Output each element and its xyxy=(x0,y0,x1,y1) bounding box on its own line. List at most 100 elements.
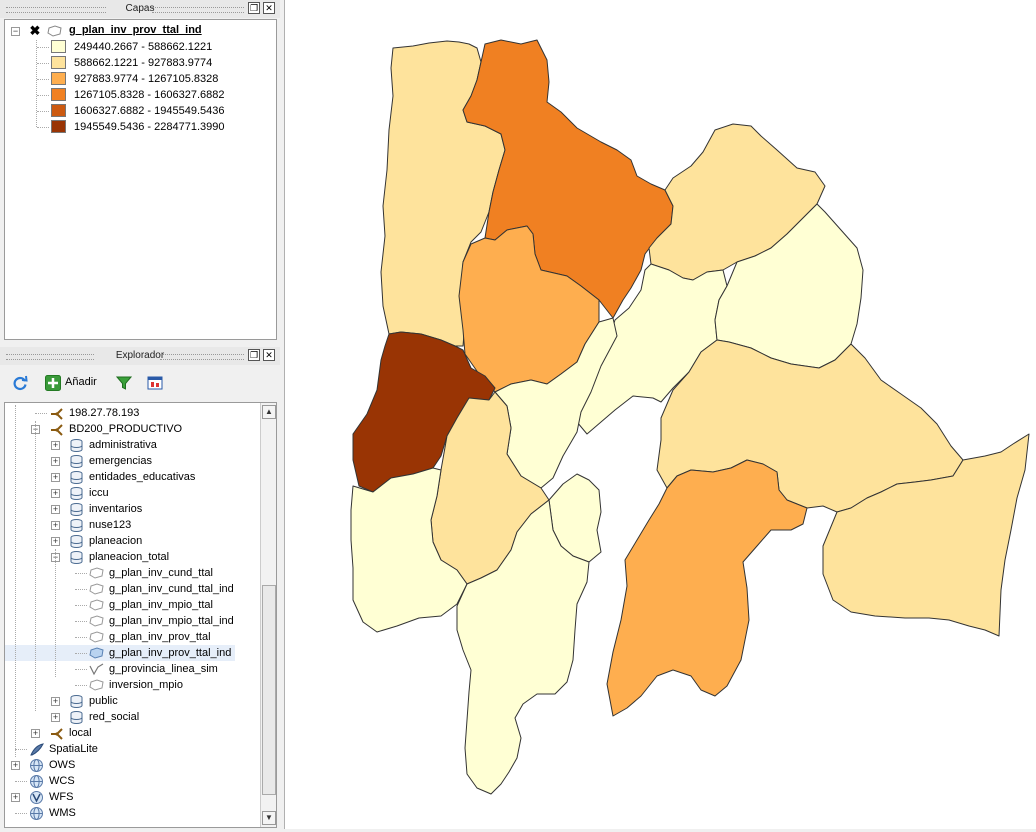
tree-item-label: planeacion_total xyxy=(89,551,170,563)
tree-item[interactable]: + emergencias xyxy=(5,453,255,469)
map-canvas[interactable] xyxy=(284,0,1036,829)
explorer-panel-title: Explorador xyxy=(115,350,165,361)
legend-label: 1945549.5436 - 2284771.3990 xyxy=(74,121,225,133)
globe-icon xyxy=(30,807,43,820)
tree-item[interactable]: g_provincia_linea_sim xyxy=(5,661,255,677)
legend-swatch xyxy=(51,120,66,133)
polygon-layer-icon xyxy=(89,567,104,579)
expand-toggle[interactable]: + xyxy=(51,457,60,466)
tree-item-label: 198.27.78.193 xyxy=(69,407,140,419)
tree-item[interactable]: − planeacion_total xyxy=(5,549,255,565)
schema-icon xyxy=(70,519,83,532)
schema-icon xyxy=(70,695,83,708)
choropleth-map[interactable] xyxy=(285,0,1036,829)
tree-item[interactable]: g_plan_inv_cund_ttal_ind xyxy=(5,581,255,597)
polygon-layer-icon xyxy=(47,25,62,37)
tree-item[interactable]: g_plan_inv_mpio_ttal_ind xyxy=(5,613,255,629)
expand-toggle[interactable]: + xyxy=(11,793,20,802)
scroll-down-button[interactable]: ▼ xyxy=(262,811,276,825)
tree-item[interactable]: + planeacion xyxy=(5,533,255,549)
expand-toggle[interactable]: + xyxy=(11,761,20,770)
tree-item-label: WCS xyxy=(49,775,75,787)
tree-item[interactable]: WCS xyxy=(5,773,255,789)
layers-panel: − ✖ g_plan_inv_prov_ttal_ind 249440.2667… xyxy=(4,19,277,340)
tree-item[interactable]: g_plan_inv_mpio_ttal xyxy=(5,597,255,613)
tree-item[interactable]: + administrativa xyxy=(5,437,255,453)
expand-toggle[interactable]: + xyxy=(31,729,40,738)
legend-swatch xyxy=(51,104,66,117)
tree-item[interactable]: + OWS xyxy=(5,757,255,773)
tree-item[interactable]: g_plan_inv_cund_ttal xyxy=(5,565,255,581)
scroll-thumb[interactable] xyxy=(262,585,276,795)
tree-item-label: g_plan_inv_mpio_ttal xyxy=(109,599,213,611)
expand-toggle[interactable]: + xyxy=(51,537,60,546)
properties-icon[interactable] xyxy=(147,375,163,391)
tree-item[interactable]: + public xyxy=(5,693,255,709)
tree-item-label: g_plan_inv_prov_ttal xyxy=(109,631,211,643)
scroll-up-button[interactable]: ▲ xyxy=(262,405,276,419)
connection-icon xyxy=(51,424,63,436)
tree-item-label: inversion_mpio xyxy=(109,679,183,691)
schema-icon xyxy=(70,711,83,724)
tree-item-label: public xyxy=(89,695,118,707)
expand-toggle[interactable]: + xyxy=(51,505,60,514)
filter-icon[interactable] xyxy=(116,375,132,391)
globe-icon xyxy=(30,775,43,788)
plus-icon xyxy=(45,375,61,391)
tree-item-label: entidades_educativas xyxy=(89,471,196,483)
expand-toggle[interactable]: + xyxy=(51,473,60,482)
refresh-icon[interactable] xyxy=(12,375,28,391)
expand-toggle[interactable]: + xyxy=(51,441,60,450)
legend-swatch xyxy=(51,72,66,85)
tree-item-label: OWS xyxy=(49,759,76,771)
float-panel-button[interactable]: ❐ xyxy=(248,349,260,361)
legend-label: 927883.9774 - 1267105.8328 xyxy=(74,73,219,85)
tree-item-label: inventarios xyxy=(89,503,143,515)
expand-toggle[interactable]: + xyxy=(51,521,60,530)
legend-label: 588662.1221 - 927883.9774 xyxy=(74,57,213,69)
tree-scrollbar[interactable]: ▲ ▼ xyxy=(260,403,276,827)
tree-item-label: planeacion xyxy=(89,535,143,547)
polygon-layer-icon xyxy=(89,647,104,659)
schema-icon xyxy=(70,551,83,564)
tree-item[interactable]: inversion_mpio xyxy=(5,677,255,693)
expand-toggle[interactable]: + xyxy=(51,697,60,706)
close-panel-button[interactable]: ✕ xyxy=(263,2,275,14)
tree-item[interactable]: + entidades_educativas xyxy=(5,469,255,485)
float-panel-button[interactable]: ❐ xyxy=(248,2,260,14)
tree-item[interactable]: + local xyxy=(5,725,255,741)
tree-item[interactable]: WMS xyxy=(5,805,255,821)
tree-item[interactable]: SpatiaLite xyxy=(5,741,255,757)
tree-item[interactable]: + red_social xyxy=(5,709,255,725)
wfs-icon xyxy=(30,791,43,804)
schema-icon xyxy=(70,487,83,500)
tree-item[interactable]: g_plan_inv_prov_ttal xyxy=(5,629,255,645)
tree-item-label: WFS xyxy=(49,791,74,803)
collapse-toggle[interactable]: − xyxy=(11,27,20,36)
tree-item[interactable]: g_plan_inv_prov_ttal_ind xyxy=(5,645,235,661)
expand-toggle[interactable]: + xyxy=(51,713,60,722)
tree-item[interactable]: 198.27.78.193 xyxy=(5,405,255,421)
tree-item[interactable]: + inventarios xyxy=(5,501,255,517)
explorer-tree[interactable]: 198.27.78.193 − BD200_PRODUCTIVO + administr… xyxy=(4,402,277,828)
layer-name[interactable]: g_plan_inv_prov_ttal_ind xyxy=(69,24,202,36)
tree-item[interactable]: − BD200_PRODUCTIVO xyxy=(5,421,255,437)
close-panel-button[interactable]: ✕ xyxy=(263,349,275,361)
legend-label: 249440.2667 - 588662.1221 xyxy=(74,41,213,53)
legend-swatch xyxy=(51,88,66,101)
polygon-layer-icon xyxy=(89,631,104,643)
tree-item[interactable]: + WFS xyxy=(5,789,255,805)
tree-item[interactable]: + iccu xyxy=(5,485,255,501)
connection-icon xyxy=(51,408,63,420)
region-southeast[interactable] xyxy=(606,459,808,717)
legend-label: 1267105.8328 - 1606327.6882 xyxy=(74,89,225,101)
tree-item-label: local xyxy=(69,727,92,739)
polygon-layer-icon xyxy=(89,615,104,627)
add-button[interactable]: Añadir xyxy=(45,375,105,391)
layer-visibility-checkbox[interactable]: ✖ xyxy=(29,24,41,37)
legend-swatch xyxy=(51,40,66,53)
tree-item[interactable]: + nuse123 xyxy=(5,517,255,533)
schema-icon xyxy=(70,503,83,516)
tree-item-label: BD200_PRODUCTIVO xyxy=(69,423,183,435)
expand-toggle[interactable]: + xyxy=(51,489,60,498)
